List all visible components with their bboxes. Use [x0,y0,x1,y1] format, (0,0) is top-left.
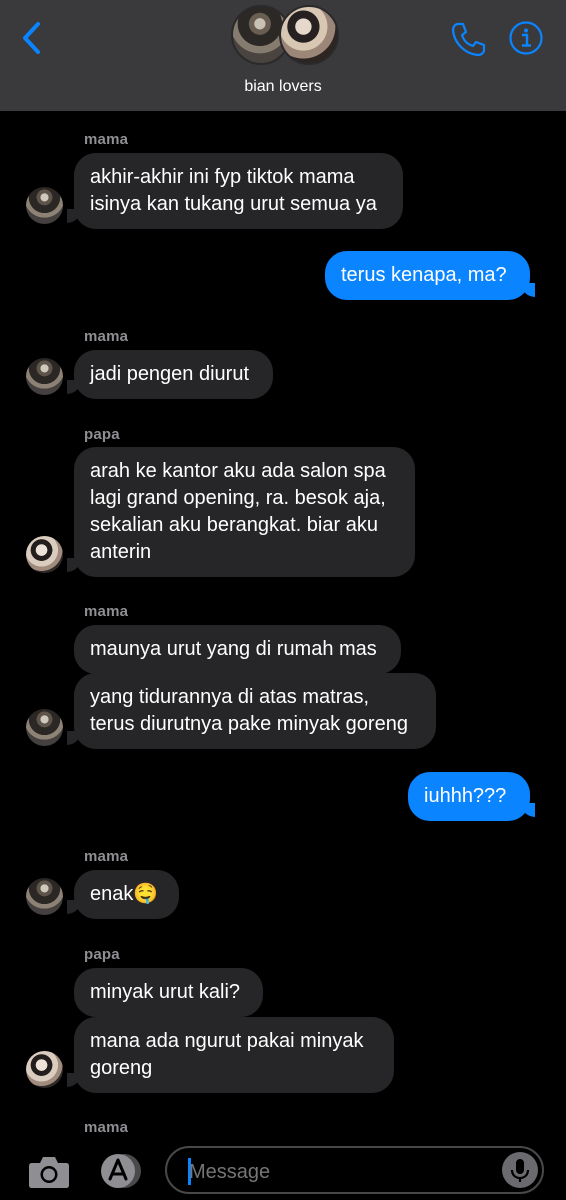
chevron-left-icon [23,22,40,54]
avatar [26,1051,63,1088]
message-bubble[interactable]: minyak urut kali? [74,968,263,1017]
sender-name: mama [84,603,129,620]
avatar [26,878,63,915]
message-bubble[interactable]: enak🤤 [74,870,179,919]
avatar [26,358,63,395]
dictation-button[interactable] [502,1152,538,1188]
sender-name: mama [84,131,129,148]
camera-icon [29,1157,69,1188]
avatar [279,5,339,65]
message-bubble[interactable]: jadi pengen diurut [74,350,273,399]
sender-name: mama [84,848,129,865]
message-bubble[interactable]: maunya urut yang di rumah mas [74,625,401,674]
message-bubble[interactable]: yang tidurannya di atas matras, terus di… [74,673,436,749]
info-icon [509,21,543,55]
avatar [26,709,63,746]
message-bubble[interactable]: iuhhh??? [408,772,530,821]
info-button[interactable] [508,20,544,56]
message-input[interactable] [189,1159,489,1185]
message-bubble[interactable]: mana ada ngurut pakai minyak goreng [74,1017,394,1093]
message-bubble[interactable]: arah ke kantor aku ada salon spa lagi gr… [74,447,415,577]
message-bubble[interactable]: akhir-akhir ini fyp tiktok mama isinya k… [74,153,403,229]
camera-button[interactable] [28,1152,70,1190]
message-field[interactable] [165,1146,544,1194]
sender-name: mama [84,1119,129,1136]
sender-name: papa [84,426,120,443]
chat-header: bian lovers [0,0,566,111]
microphone-icon [510,1159,530,1182]
call-button[interactable] [449,20,487,58]
back-button[interactable] [18,20,48,56]
sender-name: papa [84,946,120,963]
group-avatars[interactable] [231,5,341,67]
group-name[interactable]: bian lovers [0,78,566,96]
avatar [26,187,63,224]
phone-icon [451,22,486,57]
message-bubble[interactable]: terus kenapa, ma? [325,251,530,300]
avatar [26,536,63,573]
sender-name: mama [84,328,129,345]
app-store-button[interactable] [95,1152,143,1190]
app-store-icon [101,1154,141,1188]
